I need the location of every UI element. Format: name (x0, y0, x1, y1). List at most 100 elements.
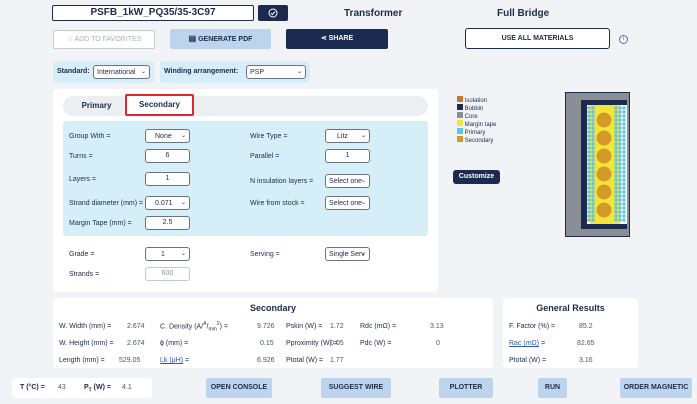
primary-strand (587, 122, 591, 126)
standard-value: International (97, 69, 136, 76)
primary-strand (614, 174, 618, 178)
pproximity-value: 0.05 (330, 340, 344, 347)
share-label: SHARE (328, 35, 354, 42)
primary-strand (622, 170, 626, 174)
serving-select[interactable]: Single Serv ⌄ (325, 247, 370, 261)
secondary-turn (596, 166, 612, 182)
winding-label: Winding arrangement: (164, 68, 239, 75)
ptotal-value: 1.77 (330, 357, 344, 364)
chevron-down-icon: ⌄ (180, 133, 186, 139)
rac-suffix: = (539, 340, 546, 347)
phi-value: 0.15 (260, 340, 274, 347)
primary-strand (591, 186, 595, 190)
primary-strand (618, 134, 622, 138)
primary-strand (618, 190, 622, 194)
use-all-materials-button[interactable]: USE ALL MATERIALS (465, 28, 610, 49)
customize-button[interactable]: Customize (453, 170, 500, 184)
layers-input[interactable]: 1 (145, 172, 190, 186)
primary-strand (614, 154, 618, 158)
secondary-results-panel: Secondary W. Width (mm) = 2.674 W. Heigh… (53, 298, 493, 368)
lk-link[interactable]: Lk (µH) (160, 357, 183, 364)
primary-strand (591, 158, 595, 162)
legend-item-primary: Primary (457, 128, 537, 136)
primary-strand (614, 114, 618, 118)
chevron-down-icon: ⌄ (360, 133, 366, 139)
parallel-label: Parallel = (250, 153, 280, 160)
wire-type-label: Wire Type = (250, 133, 288, 140)
primary-strand (618, 198, 622, 202)
strand-diameter-select[interactable]: 0.071 ⌄ (145, 196, 190, 210)
grade-label: Grade = (69, 251, 95, 258)
secondary-turn (596, 184, 612, 200)
rac-label: Rac (mΩ) = (509, 340, 545, 347)
design-name-field[interactable]: PSFB_1kW_PQ35/35-3C97 (52, 5, 254, 21)
primary-strand (614, 218, 618, 222)
primary-strand (618, 202, 622, 206)
primary-strand (618, 150, 622, 154)
suggest-wire-button[interactable]: SUGGEST WIRE (321, 378, 391, 398)
add-to-favorites-button[interactable]: ☆ ADD TO FAVORITES (53, 30, 155, 49)
open-console-button[interactable]: OPEN CONSOLE (206, 378, 272, 398)
primary-strand (591, 194, 595, 198)
primary-strand (622, 210, 626, 214)
primary-strand (614, 210, 618, 214)
margin-tape-input[interactable]: 2.5 (145, 216, 190, 230)
primary-strand (622, 186, 626, 190)
primary-strand (591, 190, 595, 194)
chevron-down-icon: ⌄ (296, 69, 302, 75)
legend-item-core: Core (457, 112, 537, 120)
serving-label: Serving = (250, 251, 280, 258)
order-magnetic-button[interactable]: ORDER MAGNETIC (620, 378, 692, 398)
ptotal-label: Ptotal (W) = (286, 357, 324, 364)
info-icon[interactable]: i (619, 35, 628, 44)
primary-strand (614, 162, 618, 166)
share-button[interactable]: ⋖ SHARE (286, 29, 388, 49)
primary-strand (618, 218, 622, 222)
rdc-value: 3.13 (430, 323, 444, 330)
insulation-layers-select[interactable]: Select one ⌄ (325, 174, 370, 188)
run-button[interactable]: RUN (538, 378, 567, 398)
turns-input[interactable]: 6 (145, 149, 190, 163)
primary-strand (591, 162, 595, 166)
primary-strand (622, 122, 626, 126)
cdens-mm: mm (208, 326, 217, 333)
primary-strand (587, 110, 591, 114)
winding-select[interactable]: PSP ⌄ (246, 65, 306, 79)
plotter-button[interactable]: PLOTTER (439, 378, 493, 398)
legend-item-bobbin: Bobbin (457, 104, 537, 112)
primary-strand (614, 118, 618, 122)
parallel-input[interactable]: 1 (325, 149, 370, 163)
group-with-select[interactable]: None ⌄ (145, 129, 190, 143)
tab-primary[interactable]: Primary (63, 97, 130, 115)
primary-strand (591, 114, 595, 118)
primary-strand (587, 190, 591, 194)
tab-secondary[interactable]: Secondary (125, 94, 194, 116)
secondary-swatch (457, 136, 463, 142)
primary-strand (622, 162, 626, 166)
wire-type-select[interactable]: Litz ⌄ (325, 129, 370, 143)
confirm-name-button[interactable] (258, 5, 288, 21)
generate-pdf-button[interactable]: ▤ GENERATE PDF (170, 29, 271, 49)
grade-value: 1 (161, 251, 165, 258)
grade-select[interactable]: 1 ⌄ (145, 247, 190, 261)
primary-strand (591, 154, 595, 158)
primary-strand (618, 106, 622, 110)
primary-strand (618, 146, 622, 150)
margin-tape-label: Margin Tape (mm) = (69, 220, 132, 227)
primary-strand (587, 198, 591, 202)
general-results-title: General Results (536, 303, 605, 313)
primary-strand (591, 110, 595, 114)
rac-link[interactable]: Rac (mΩ) (509, 340, 539, 347)
pdf-file-icon: ▤ (188, 34, 197, 43)
strands-input[interactable]: 600 (145, 267, 190, 281)
primary-strand (622, 114, 626, 118)
primary-strand (614, 130, 618, 134)
standard-select[interactable]: International ⌄ (93, 65, 150, 79)
wire-from-stock-select[interactable]: Select one ⌄ (325, 196, 370, 210)
primary-strand (587, 214, 591, 218)
group-with-value: None (155, 133, 172, 140)
height-label: W. Height (mm) = (59, 340, 114, 347)
primary-strand (618, 166, 622, 170)
primary-strand (622, 110, 626, 114)
primary-strand (591, 122, 595, 126)
